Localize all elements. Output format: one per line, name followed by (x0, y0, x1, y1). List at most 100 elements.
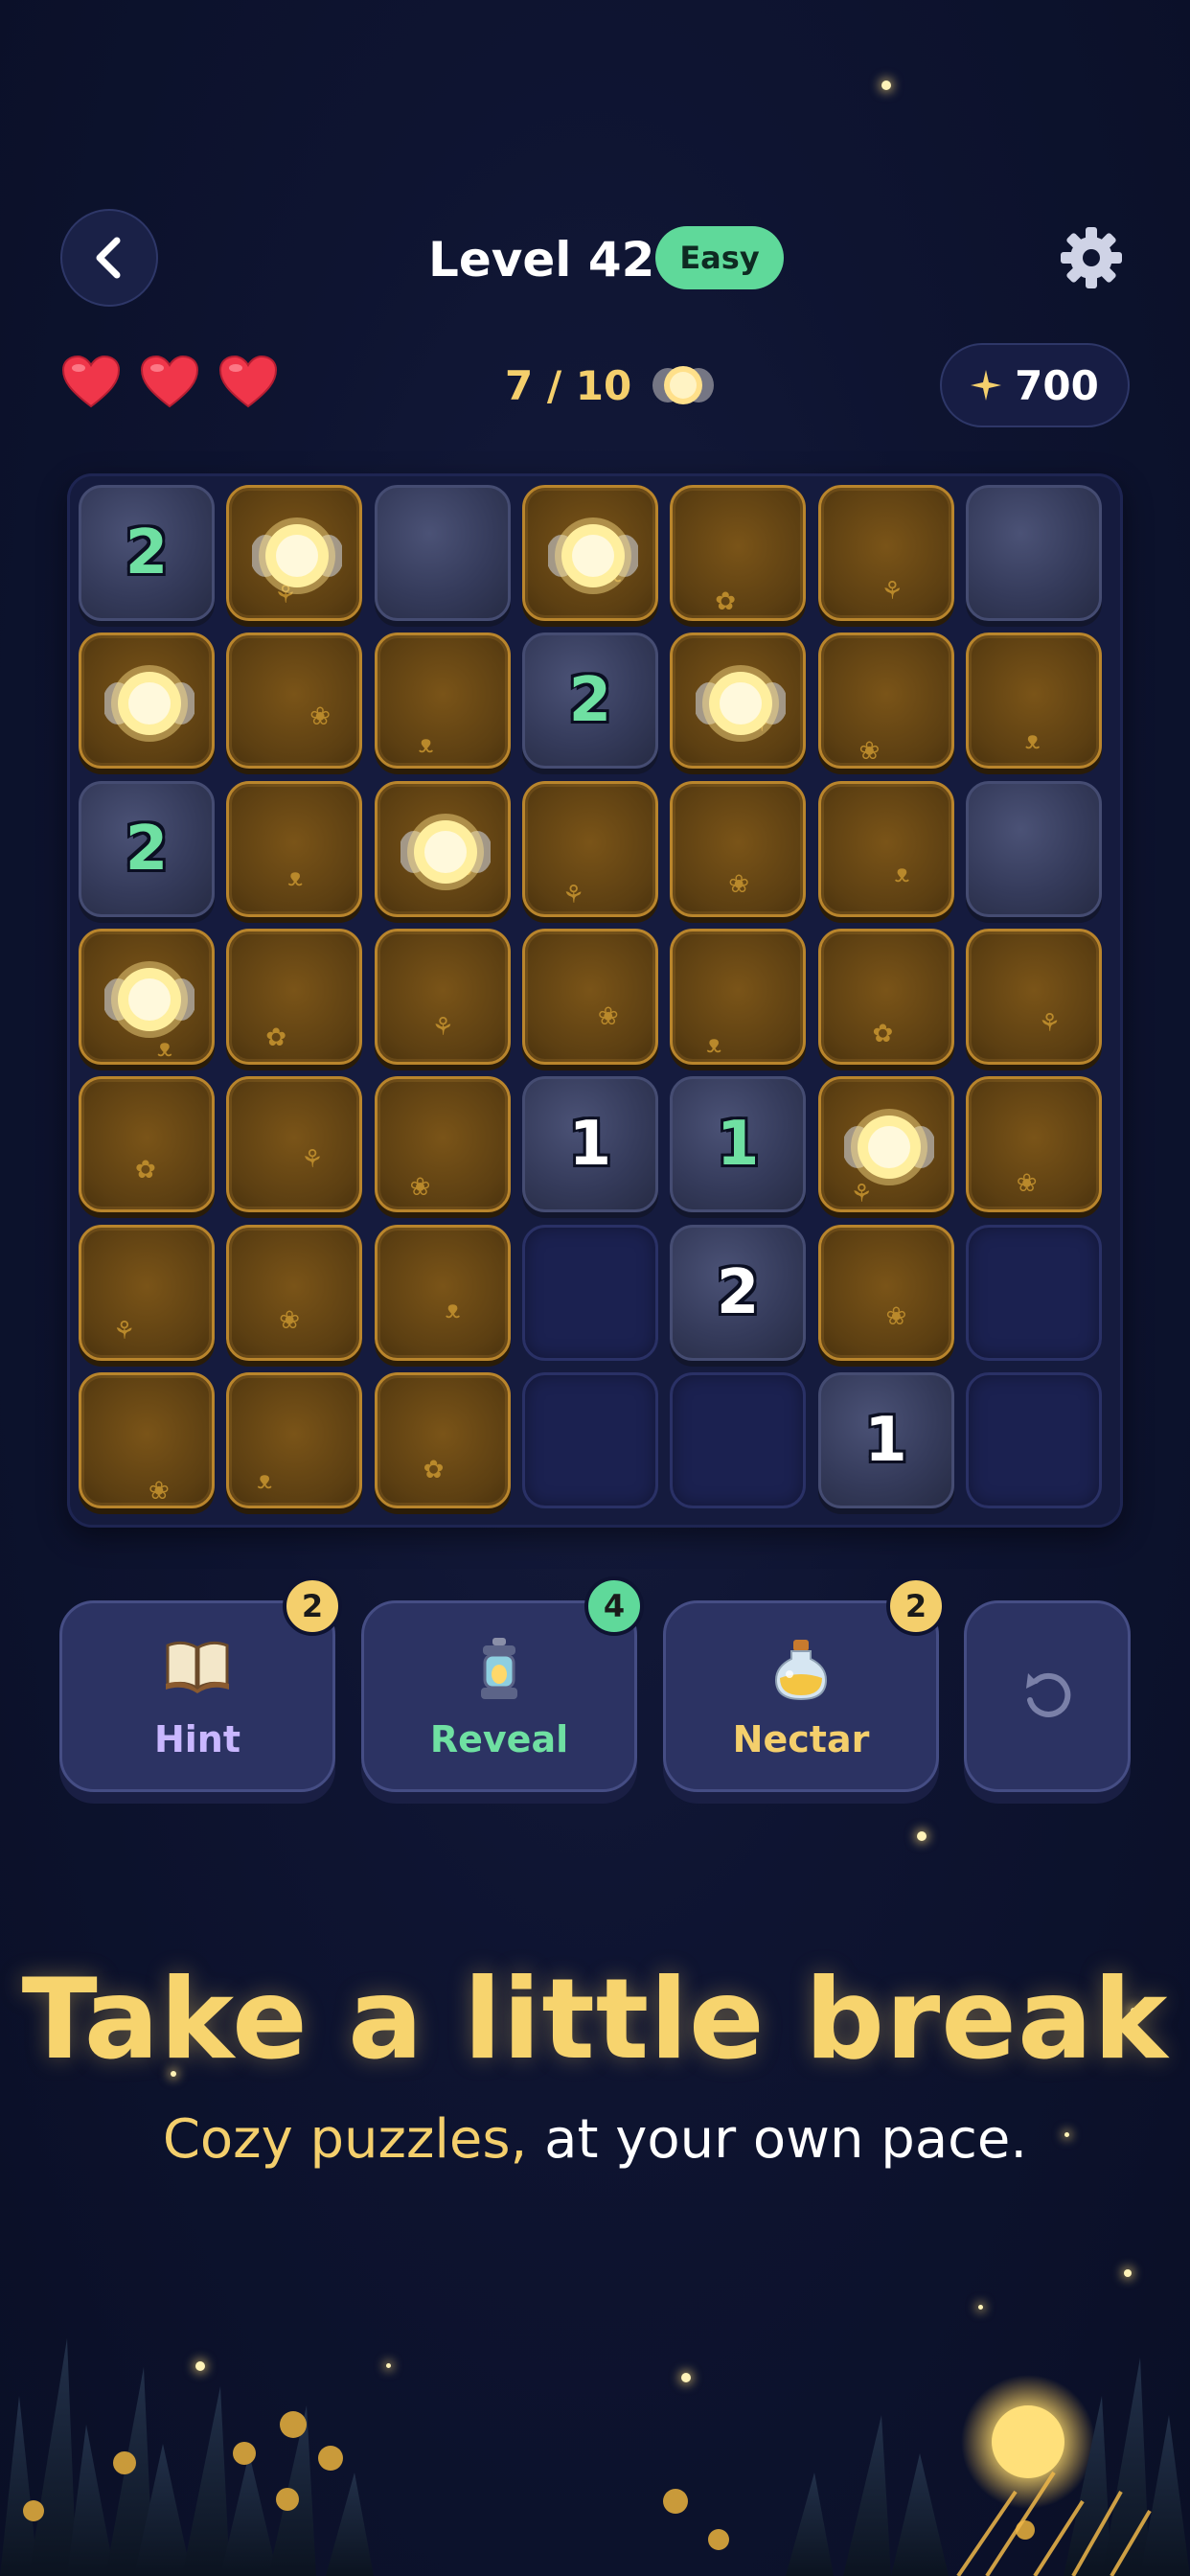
dirt-tile[interactable]: ❀ (374, 1076, 511, 1213)
sprout-decoration: ❀ (309, 702, 332, 732)
clue-number: 1 (716, 1109, 760, 1181)
sprout-decoration: ✿ (715, 587, 736, 616)
heart-icon (61, 355, 121, 408)
dirt-tile[interactable]: ❀ (521, 928, 658, 1065)
firefly-sparkle (881, 80, 891, 90)
empty-tile[interactable] (521, 1224, 658, 1361)
dirt-tile[interactable]: ᴥ (374, 632, 511, 770)
dirt-tile[interactable]: ❀ (817, 632, 954, 770)
lantern-icon (364, 1636, 634, 1703)
headline: Take a little break (21, 1955, 1169, 2084)
empty-tile[interactable] (965, 1371, 1102, 1508)
firefly-icon (547, 518, 638, 594)
dirt-tile[interactable]: ✿ (226, 928, 363, 1065)
empty-tile[interactable] (670, 1371, 807, 1508)
dirt-tile[interactable]: ❀ (226, 1224, 363, 1361)
firefly-sparkle (917, 1831, 927, 1841)
firefly-icon (252, 518, 343, 594)
dirt-tile[interactable]: ⚘ (79, 1224, 215, 1361)
dirt-tile[interactable]: ❀ (817, 1224, 954, 1361)
dirt-tile[interactable]: ✿ (374, 1371, 511, 1508)
back-button[interactable] (60, 209, 158, 307)
firefly-tile[interactable]: ✿ (374, 780, 511, 917)
settings-button[interactable] (1058, 224, 1125, 291)
dirt-tile[interactable]: ᴥ (226, 1371, 363, 1508)
empty-tile[interactable] (965, 1224, 1102, 1361)
reveal-label: Reveal (429, 1718, 569, 1760)
dirt-tile[interactable]: ❀ (79, 1371, 215, 1508)
sprout-decoration: ❀ (1016, 1169, 1038, 1199)
dirt-tile[interactable]: ⚘ (817, 485, 954, 621)
undo-button[interactable] (964, 1600, 1131, 1792)
sprout-decoration: ⚘ (1038, 1008, 1062, 1038)
stone-tile[interactable]: 2 (79, 485, 215, 621)
firefly-tile[interactable]: ⚘ (670, 632, 807, 770)
hint-button[interactable]: Hint 2 (59, 1576, 342, 1792)
stone-tile[interactable] (965, 485, 1102, 621)
firefly-tile[interactable]: ᴥ (521, 485, 658, 621)
nectar-count-badge: 2 (886, 1576, 946, 1636)
sprout-decoration: ⚘ (113, 1316, 136, 1346)
stone-tile[interactable]: 2 (79, 780, 215, 917)
dirt-tile[interactable]: ❀ (965, 1076, 1102, 1213)
difficulty-badge: Easy (655, 226, 784, 289)
lives (61, 355, 278, 408)
dirt-tile[interactable]: ✿ (79, 1076, 215, 1213)
subheadline-accent: Cozy puzzles, (162, 2108, 528, 2171)
dirt-tile[interactable]: ⚘ (965, 928, 1102, 1065)
subheadline: Cozy puzzles, at your own pace. (0, 2108, 1190, 2171)
reveal-button[interactable]: Reveal 4 (361, 1576, 644, 1792)
firefly-tile[interactable]: ⚘ (79, 632, 215, 770)
sprout-decoration: ✿ (135, 1156, 156, 1185)
heart-icon (140, 355, 199, 408)
empty-tile[interactable] (521, 1371, 658, 1508)
dirt-tile[interactable]: ✿ (817, 928, 954, 1065)
firefly-tile[interactable]: ⚘ (817, 1076, 954, 1213)
dirt-tile[interactable]: ❀ (670, 780, 807, 917)
dirt-tile[interactable]: ᴥ (817, 780, 954, 917)
level-title: Level 42 (428, 232, 655, 288)
stone-tile[interactable] (374, 485, 511, 621)
puzzle-board: 2⚘ᴥ✿⚘⚘❀ᴥ2⚘❀ᴥ2ᴥ✿⚘❀ᴥᴥ✿⚘❀ᴥ✿⚘✿⚘❀11⚘❀⚘❀ᴥ2❀❀ᴥ✿… (67, 473, 1123, 1528)
dirt-tile[interactable]: ᴥ (226, 780, 363, 917)
sprout-decoration: ᴥ (894, 859, 910, 888)
undo-icon (1026, 1672, 1071, 1717)
sprout-decoration: ❀ (858, 737, 881, 767)
sprout-decoration: ⚘ (431, 1012, 454, 1042)
stone-tile[interactable]: 2 (670, 1224, 807, 1361)
reveal-count-badge: 4 (584, 1576, 644, 1636)
sprout-decoration: ✿ (872, 1019, 894, 1048)
sprout-decoration: ⚘ (301, 1145, 324, 1175)
firefly-tile[interactable]: ⚘ (226, 485, 363, 621)
stone-tile[interactable]: 1 (670, 1076, 807, 1213)
dirt-tile[interactable]: ⚘ (374, 928, 511, 1065)
sprout-decoration: ᴥ (445, 1295, 461, 1324)
firefly-icon (400, 813, 491, 890)
stone-tile[interactable]: 1 (817, 1371, 954, 1508)
stone-tile[interactable]: 1 (521, 1076, 658, 1213)
hint-label: Hint (153, 1718, 241, 1760)
clue-number: 2 (716, 1256, 760, 1328)
dirt-tile[interactable]: ❀ (226, 632, 363, 770)
sprout-decoration: ❀ (279, 1305, 301, 1335)
sprout-decoration: ❀ (728, 869, 749, 899)
firefly-sparkle (1124, 2269, 1132, 2277)
stone-tile[interactable] (965, 780, 1102, 917)
nectar-button[interactable]: Nectar 2 (663, 1576, 946, 1792)
dirt-tile[interactable]: ✿ (670, 485, 807, 621)
sprout-decoration: ❀ (149, 1476, 170, 1506)
sprout-decoration: ᴥ (1024, 726, 1041, 756)
stone-tile[interactable]: 2 (521, 632, 658, 770)
dirt-tile[interactable]: ⚘ (521, 780, 658, 917)
book-icon (62, 1636, 332, 1703)
dirt-tile[interactable]: ⚘ (226, 1076, 363, 1213)
sprout-decoration: ❀ (597, 1001, 619, 1031)
sprout-decoration: ❀ (409, 1173, 431, 1203)
sprout-decoration: ✿ (265, 1023, 287, 1052)
dirt-tile[interactable]: ᴥ (965, 632, 1102, 770)
firefly-tile[interactable]: ᴥ (79, 928, 215, 1065)
dirt-tile[interactable]: ᴥ (670, 928, 807, 1065)
coin-balance[interactable]: 700 (940, 343, 1130, 427)
dirt-tile[interactable]: ᴥ (374, 1224, 511, 1361)
firefly-icon (104, 960, 195, 1038)
